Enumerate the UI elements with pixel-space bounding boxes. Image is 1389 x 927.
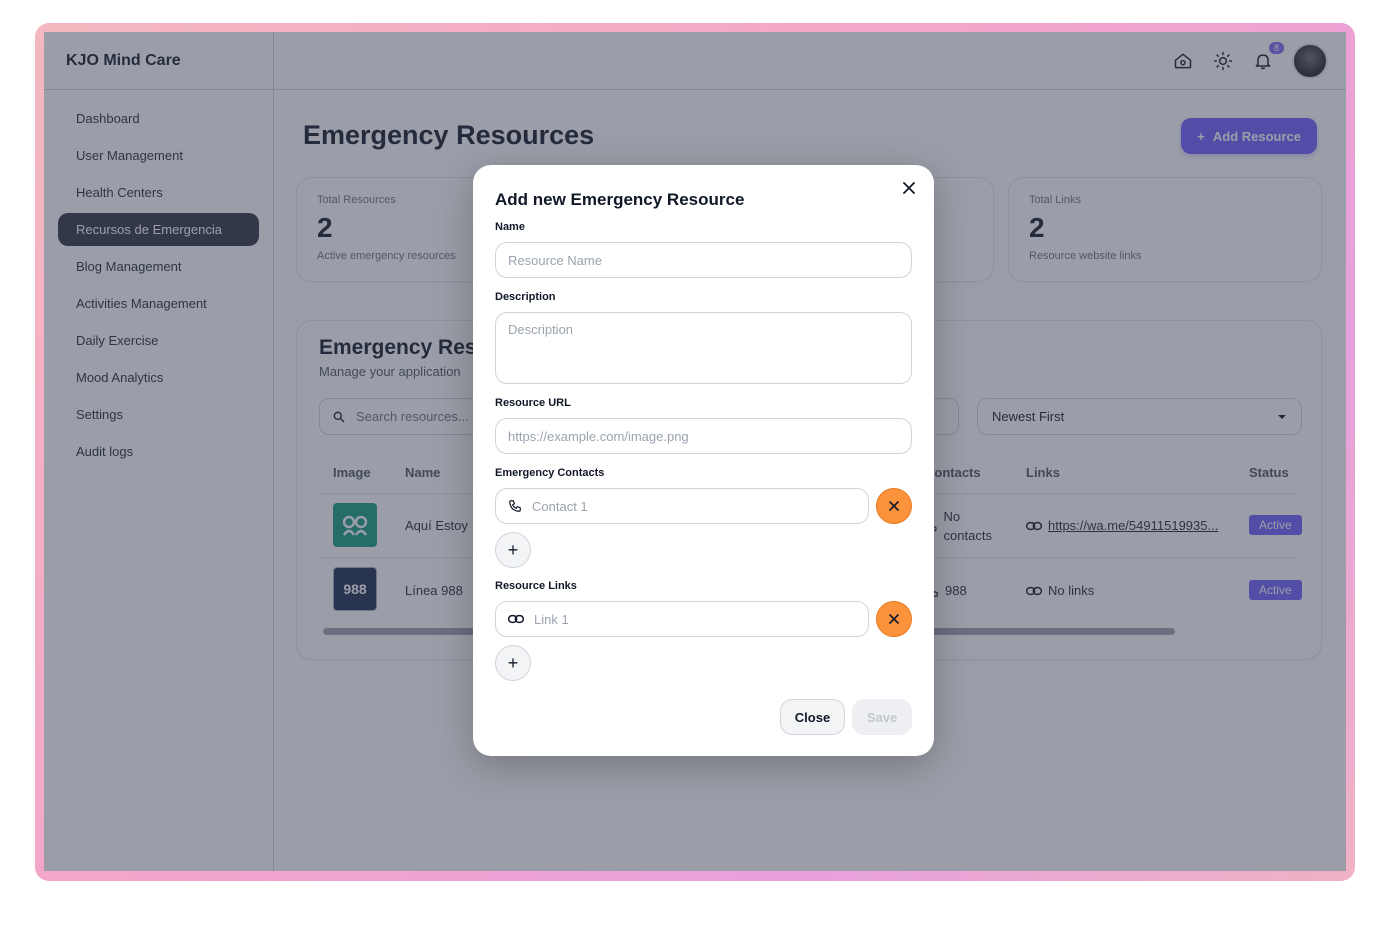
description-textarea[interactable]: Description	[495, 312, 912, 384]
window-frame: KJO Mind Care Dashboard User Management …	[35, 23, 1355, 881]
phone-icon	[509, 500, 521, 512]
name-placeholder: Resource Name	[508, 252, 602, 268]
add-link-button[interactable]: +	[495, 645, 531, 681]
contact-placeholder: Contact 1	[532, 498, 588, 514]
url-placeholder: https://example.com/image.png	[508, 428, 689, 444]
name-label: Name	[495, 221, 525, 233]
link-input[interactable]: Link 1	[495, 601, 869, 637]
close-icon[interactable]	[898, 177, 920, 199]
close-button[interactable]: Close	[780, 699, 845, 735]
plus-icon: +	[507, 539, 519, 560]
add-contact-button[interactable]: +	[495, 532, 531, 568]
save-button[interactable]: Save	[852, 699, 912, 735]
description-placeholder: Description	[508, 322, 574, 337]
app-window: KJO Mind Care Dashboard User Management …	[44, 32, 1346, 871]
link-placeholder: Link 1	[534, 611, 569, 627]
remove-link-button[interactable]	[876, 601, 912, 637]
close-icon	[889, 614, 899, 624]
plus-icon: +	[507, 652, 519, 673]
name-input[interactable]: Resource Name	[495, 242, 912, 278]
remove-contact-button[interactable]	[876, 488, 912, 524]
dialog-title: Add new Emergency Resource	[495, 190, 745, 209]
contact-input[interactable]: Contact 1	[495, 488, 869, 524]
close-icon	[889, 501, 899, 511]
emergency-contacts-label: Emergency Contacts	[495, 467, 605, 479]
resource-url-input[interactable]: https://example.com/image.png	[495, 418, 912, 454]
add-resource-dialog: Add new Emergency Resource Name Resource…	[473, 165, 934, 756]
description-label: Description	[495, 291, 556, 303]
resource-url-label: Resource URL	[495, 397, 571, 409]
resource-links-label: Resource Links	[495, 580, 577, 592]
link-icon	[508, 614, 524, 624]
